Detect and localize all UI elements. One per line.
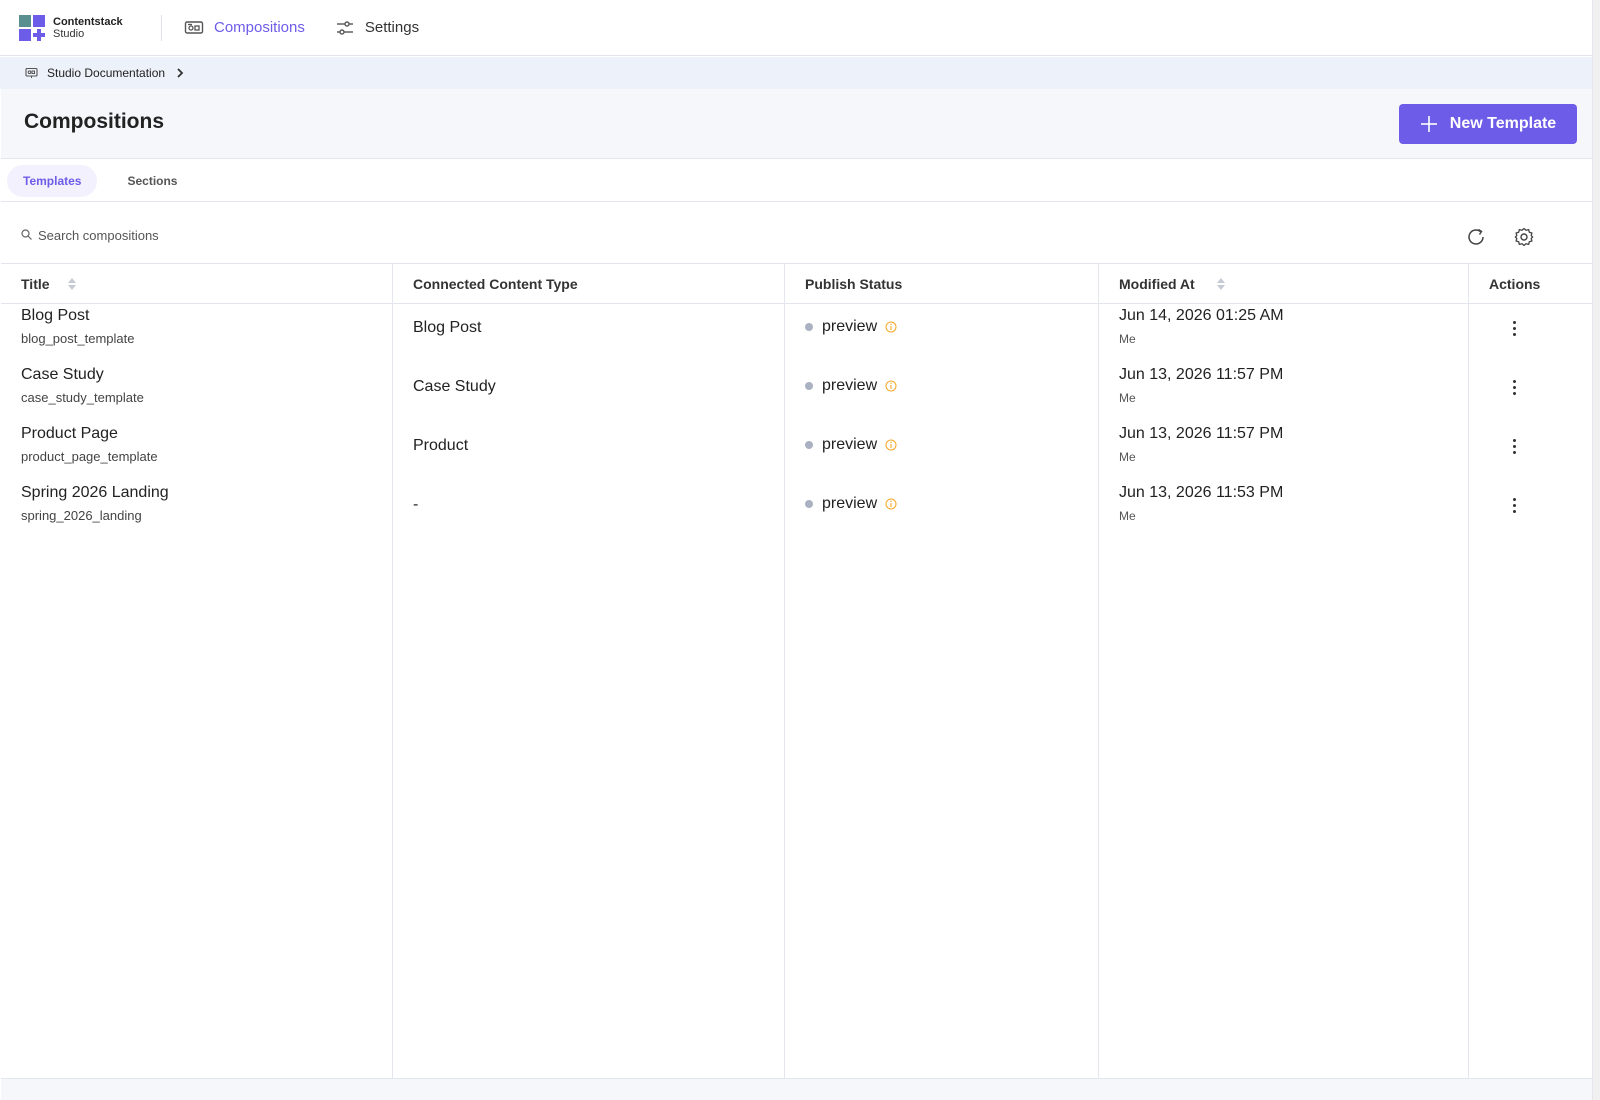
info-icon[interactable] xyxy=(885,439,897,451)
row-uid: spring_2026_landing xyxy=(21,508,142,523)
search-icon xyxy=(21,229,32,240)
info-icon[interactable] xyxy=(885,380,897,392)
status-dot xyxy=(805,500,813,508)
nav-compositions-label: Compositions xyxy=(214,19,305,36)
row-publish-status: preview xyxy=(805,318,897,336)
row-modified-by: Me xyxy=(1119,332,1136,346)
table-header: Title Connected Content Type Publish Sta… xyxy=(1,264,1592,304)
row-content-type: Case Study xyxy=(413,378,496,395)
search-toolbar xyxy=(1,202,1592,264)
brand-name: Contentstack xyxy=(53,15,123,28)
nav-settings[interactable]: Settings xyxy=(335,19,419,36)
row-modified-at: Jun 14, 2026 01:25 AM xyxy=(1119,307,1284,324)
more-options-icon[interactable] xyxy=(1509,317,1520,340)
row-content-type: - xyxy=(413,496,419,513)
page-title: Compositions xyxy=(24,110,164,133)
row-uid: blog_post_template xyxy=(21,331,135,346)
tab-sections[interactable]: Sections xyxy=(111,165,193,197)
status-dot xyxy=(805,323,813,331)
row-content-type: Blog Post xyxy=(413,319,482,336)
top-bar: Contentstack Studio Compositions Setting… xyxy=(0,0,1592,56)
row-title[interactable]: Case Study xyxy=(21,366,144,384)
gear-icon[interactable] xyxy=(1513,226,1535,248)
tab-templates[interactable]: Templates xyxy=(7,164,98,197)
row-modified-by: Me xyxy=(1119,509,1136,523)
status-dot xyxy=(805,382,813,390)
column-header-publish-status: Publish Status xyxy=(805,276,903,292)
status-text: preview xyxy=(822,377,878,394)
row-uid: case_study_template xyxy=(21,390,144,405)
row-modified-by: Me xyxy=(1119,391,1136,405)
nav-divider xyxy=(161,14,162,41)
row-publish-status: preview xyxy=(805,377,897,395)
status-dot xyxy=(805,441,813,449)
table-footer xyxy=(1,1078,1592,1100)
more-options-icon[interactable] xyxy=(1509,435,1520,458)
row-modified-at: Jun 13, 2026 11:57 PM xyxy=(1119,366,1284,383)
row-publish-status: preview xyxy=(805,436,897,454)
page-scrollbar[interactable] xyxy=(1592,0,1600,1100)
new-template-button[interactable]: New Template xyxy=(1399,104,1577,144)
more-options-icon[interactable] xyxy=(1509,376,1520,399)
search-input[interactable] xyxy=(38,224,438,246)
column-header-title[interactable]: Title xyxy=(21,276,76,292)
table-row[interactable]: Case Study case_study_template Case Stud… xyxy=(1,366,1592,426)
plus-icon xyxy=(1420,116,1437,132)
row-modified-by: Me xyxy=(1119,450,1136,464)
status-text: preview xyxy=(822,436,878,453)
row-title[interactable]: Product Page xyxy=(21,425,158,443)
contentstack-logo-icon xyxy=(19,14,45,41)
column-header-content-type: Connected Content Type xyxy=(413,276,578,292)
table-row[interactable]: Product Page product_page_template Produ… xyxy=(1,425,1592,485)
refresh-icon[interactable] xyxy=(1465,226,1487,248)
sliders-icon xyxy=(336,20,353,35)
more-options-icon[interactable] xyxy=(1509,494,1520,517)
info-icon[interactable] xyxy=(885,321,897,333)
compositions-icon xyxy=(184,20,204,34)
row-publish-status: preview xyxy=(805,495,897,513)
table-row[interactable]: Blog Post blog_post_template Blog Post p… xyxy=(1,307,1592,367)
row-title[interactable]: Spring 2026 Landing xyxy=(21,484,169,502)
new-template-label: New Template xyxy=(1449,115,1557,132)
breadcrumb: Studio Documentation xyxy=(0,57,1592,89)
brand-logo[interactable]: Contentstack Studio xyxy=(19,14,159,41)
studio-icon xyxy=(25,67,38,78)
row-title[interactable]: Blog Post xyxy=(21,307,134,325)
status-text: preview xyxy=(822,495,878,512)
row-uid: product_page_template xyxy=(21,449,158,464)
sort-icon[interactable] xyxy=(67,278,76,290)
column-header-modified-at[interactable]: Modified At xyxy=(1119,276,1225,292)
info-icon[interactable] xyxy=(885,498,897,510)
nav-settings-label: Settings xyxy=(364,19,420,36)
chevron-right-icon[interactable] xyxy=(173,66,187,80)
column-header-actions: Actions xyxy=(1489,276,1541,292)
table-row[interactable]: Spring 2026 Landing spring_2026_landing … xyxy=(1,484,1592,544)
nav-compositions[interactable]: Compositions xyxy=(184,19,305,36)
column-title-label: Title xyxy=(21,276,50,292)
row-modified-at: Jun 13, 2026 11:57 PM xyxy=(1119,425,1284,442)
sort-icon[interactable] xyxy=(1216,278,1225,290)
page-header: Compositions New Template xyxy=(1,89,1592,159)
row-modified-at: Jun 13, 2026 11:53 PM xyxy=(1119,484,1284,501)
row-content-type: Product xyxy=(413,437,469,454)
compositions-table: Title Connected Content Type Publish Sta… xyxy=(1,264,1592,1078)
status-text: preview xyxy=(822,318,878,335)
brand-product: Studio xyxy=(53,27,85,40)
composition-tabs: Templates Sections xyxy=(1,160,1592,202)
column-modified-label: Modified At xyxy=(1119,276,1195,292)
breadcrumb-studio-documentation[interactable]: Studio Documentation xyxy=(47,66,165,80)
